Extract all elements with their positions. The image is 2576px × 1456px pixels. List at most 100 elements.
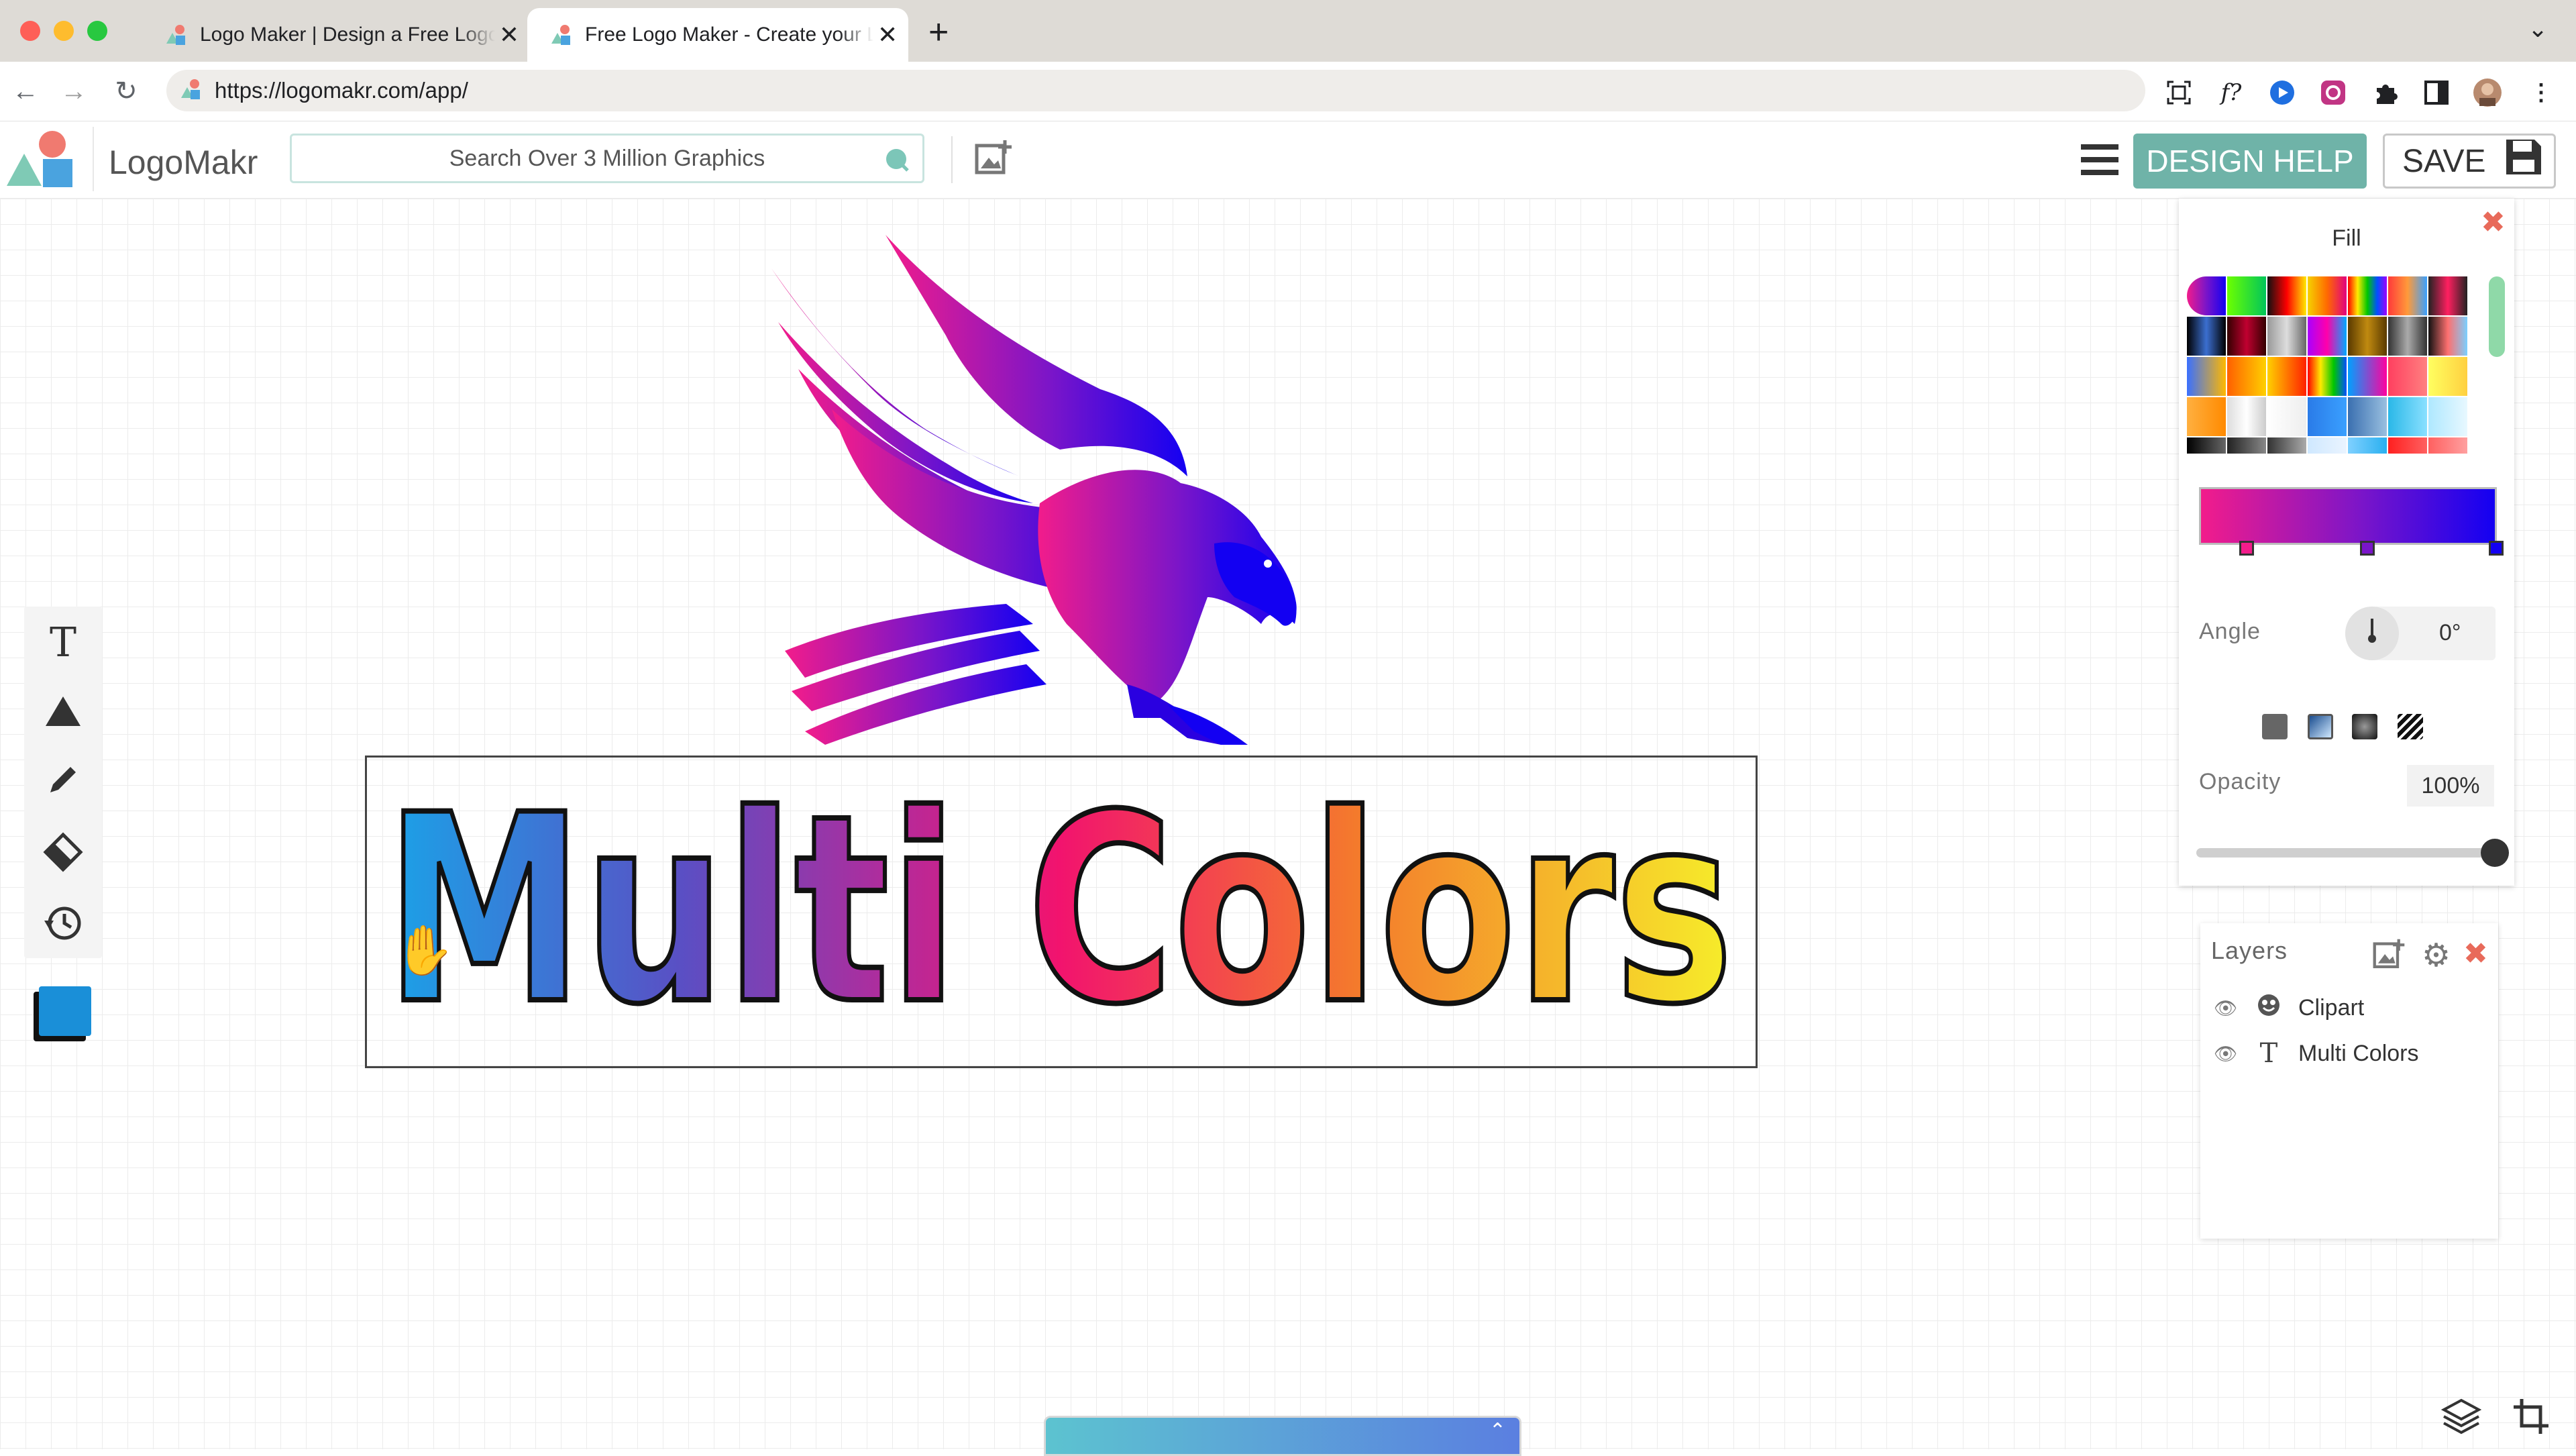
swatch[interactable] (2267, 357, 2306, 396)
eraser-tool-icon[interactable] (38, 827, 89, 878)
opacity-slider-handle[interactable] (2481, 839, 2509, 867)
swatch[interactable] (2267, 397, 2306, 436)
tab-close-icon[interactable]: ✕ (499, 21, 519, 49)
angle-value[interactable]: 0° (2439, 620, 2461, 646)
visibility-eye-icon[interactable]: 👁 (2214, 997, 2241, 1019)
extension-color-icon[interactable] (2318, 78, 2348, 107)
linear-gradient-icon[interactable] (2308, 714, 2333, 739)
crop-icon[interactable] (2508, 1393, 2555, 1440)
swatch[interactable] (2187, 317, 2226, 356)
swatch[interactable] (2187, 437, 2226, 454)
swatch[interactable] (2187, 397, 2226, 436)
swatch[interactable] (2388, 276, 2427, 315)
swatch[interactable] (2227, 437, 2266, 454)
swatch[interactable] (2227, 276, 2266, 315)
swatch[interactable] (2348, 397, 2387, 436)
swatch[interactable] (2428, 437, 2467, 454)
swatch[interactable] (2267, 317, 2306, 356)
tab-list-chevron-icon[interactable]: ⌄ (2528, 15, 2548, 43)
close-icon[interactable]: ✖ (2481, 205, 2506, 240)
gradient-stop-handle[interactable] (2360, 541, 2375, 556)
upload-image-icon[interactable] (974, 139, 1014, 180)
tab-free-logo-maker[interactable]: Free Logo Maker - Create your Logo ✕ (527, 8, 908, 62)
swatch[interactable] (2428, 317, 2467, 356)
logo-text-multi-colors[interactable]: Multi Colors (369, 758, 1754, 1067)
swatch[interactable] (2388, 317, 2427, 356)
graphics-search-input[interactable]: Search Over 3 Million Graphics (290, 134, 924, 183)
bottom-drawer-tab[interactable]: ⌃ (1044, 1416, 1521, 1456)
swatch[interactable] (2348, 357, 2387, 396)
layer-row-clipart[interactable]: 👁 Clipart (2214, 988, 2364, 1028)
swatch[interactable] (2348, 437, 2387, 454)
swatch[interactable] (2388, 397, 2427, 436)
back-icon[interactable]: ← (9, 75, 42, 107)
close-window-button[interactable] (20, 21, 40, 41)
swatch[interactable] (2428, 397, 2467, 436)
screenshot-icon[interactable] (2164, 78, 2194, 107)
swatch[interactable] (2187, 276, 2226, 315)
extension-blue-icon[interactable] (2267, 78, 2297, 107)
swatch[interactable] (2227, 317, 2266, 356)
tab-close-icon[interactable]: ✕ (877, 21, 898, 49)
angle-control[interactable]: 0° (2345, 607, 2496, 660)
swatch[interactable] (2388, 357, 2427, 396)
swatch[interactable] (2227, 357, 2266, 396)
pattern-fill-icon[interactable] (2398, 714, 2423, 739)
reload-icon[interactable]: ↻ (110, 75, 142, 107)
layers-settings-gear-icon[interactable]: ⚙ (2422, 937, 2451, 974)
swatch[interactable] (2308, 437, 2347, 454)
solid-fill-icon[interactable] (2262, 714, 2288, 739)
opacity-slider[interactable] (2196, 848, 2491, 857)
puzzle-icon[interactable] (2371, 78, 2400, 107)
swatch[interactable] (2267, 276, 2306, 315)
angle-dial[interactable] (2345, 607, 2399, 660)
swatch[interactable] (2187, 357, 2226, 396)
layer-row-multi-colors[interactable]: 👁 T Multi Colors (2214, 1033, 2418, 1074)
eagle-clipart[interactable] (751, 221, 1301, 745)
swatch[interactable] (2308, 357, 2347, 396)
gradient-stop-handle[interactable] (2489, 541, 2504, 556)
maximize-window-button[interactable] (87, 21, 107, 41)
swatch[interactable] (2227, 397, 2266, 436)
chevron-up-icon[interactable]: ⌃ (1489, 1419, 1506, 1443)
add-image-layer-icon[interactable] (2372, 938, 2407, 974)
swatch[interactable] (2308, 276, 2347, 315)
swatch[interactable] (2308, 397, 2347, 436)
swatch[interactable] (2388, 437, 2427, 454)
design-help-button[interactable]: DESIGN HELP (2133, 134, 2367, 189)
layers-close-icon[interactable]: ✖ (2463, 937, 2488, 971)
swatch[interactable] (2428, 276, 2467, 315)
current-color-swatch[interactable] (34, 986, 91, 1041)
more-icon[interactable]: ⋮ (2526, 78, 2556, 107)
site-info-icon[interactable] (180, 78, 203, 104)
logomakr-logo[interactable] (5, 131, 76, 192)
text-tool-icon[interactable]: T (38, 617, 89, 668)
new-tab-icon[interactable]: + (928, 12, 949, 52)
minimize-window-button[interactable] (54, 21, 74, 41)
visibility-eye-icon[interactable]: 👁 (2214, 1043, 2241, 1065)
address-bar[interactable]: https://logomakr.com/app/ (166, 70, 2145, 111)
swatch[interactable] (2348, 317, 2387, 356)
swatch[interactable] (2267, 437, 2306, 454)
search-icon[interactable] (883, 146, 910, 179)
layers-stack-icon[interactable] (2438, 1393, 2485, 1440)
hamburger-menu-icon[interactable] (2081, 143, 2118, 180)
gradient-editor-bar[interactable] (2199, 487, 2497, 545)
shape-tool-icon[interactable] (38, 686, 89, 737)
swatch-scrollbar[interactable] (2489, 276, 2505, 357)
layer-name[interactable]: Multi Colors (2298, 1041, 2418, 1067)
layer-name[interactable]: Clipart (2298, 995, 2364, 1021)
gradient-stop-handle[interactable] (2239, 541, 2254, 556)
radial-gradient-icon[interactable] (2352, 714, 2377, 739)
formula-icon[interactable]: f? (2216, 78, 2246, 107)
swatch[interactable] (2308, 317, 2347, 356)
forward-icon[interactable]: → (58, 75, 90, 107)
tab-logo-maker[interactable]: Logo Maker | Design a Free Logo ✕ (142, 8, 519, 62)
pencil-tool-icon[interactable] (38, 754, 89, 805)
brand-name[interactable]: LogoMakr (109, 143, 258, 182)
swatch[interactable] (2348, 276, 2387, 315)
profile-avatar[interactable] (2473, 78, 2502, 107)
save-button[interactable]: SAVE (2383, 134, 2556, 189)
history-tool-icon[interactable] (38, 898, 89, 949)
sidebar-icon[interactable] (2422, 78, 2451, 107)
